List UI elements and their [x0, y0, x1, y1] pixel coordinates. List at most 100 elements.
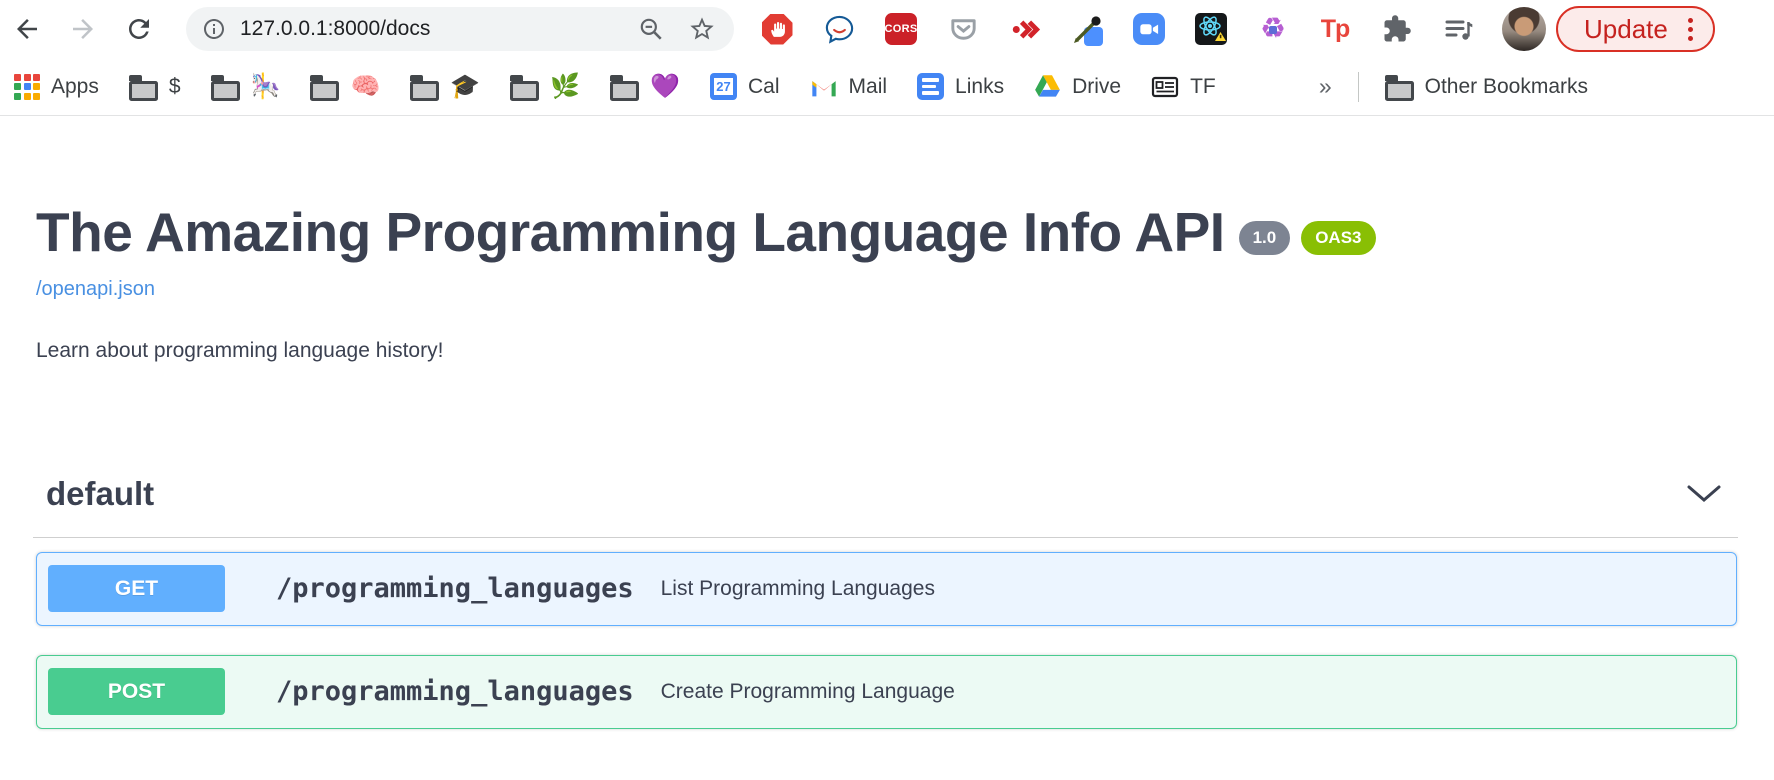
forward-button[interactable]: [66, 12, 100, 46]
pocket-extension-button[interactable]: [946, 12, 980, 46]
bookmark-label: $: [169, 75, 181, 99]
folder-icon: [129, 81, 158, 101]
api-title: The Amazing Programming Language Info AP…: [36, 204, 1225, 262]
oas3-badge: OAS3: [1301, 221, 1375, 255]
endpoint-path: /programming_languages: [276, 676, 634, 707]
bookmark-calendar[interactable]: 27 Cal: [710, 73, 780, 100]
media-controls-button[interactable]: [1442, 12, 1476, 46]
method-badge-post: POST: [48, 668, 225, 715]
bookmark-drive[interactable]: Drive: [1034, 74, 1121, 99]
title-badges: 1.0 OAS3: [1239, 221, 1376, 255]
section-title: default: [46, 475, 154, 513]
update-chrome-button[interactable]: Update: [1556, 6, 1715, 52]
default-tag-section: default GET /programming_languages List …: [0, 475, 1774, 729]
bookmark-label: 🧠: [350, 75, 380, 99]
bookmark-folder-money[interactable]: $: [129, 73, 181, 101]
toucan-extension-button[interactable]: Tp: [1318, 12, 1352, 46]
zoom-level-button[interactable]: [638, 16, 664, 42]
bookmark-label: TF: [1190, 75, 1216, 99]
chat-bubble-icon: [823, 13, 856, 46]
bookmark-label: Links: [955, 75, 1004, 99]
chevron-down-icon[interactable]: [1686, 484, 1722, 504]
bookmarks-divider: [1358, 72, 1359, 102]
address-bar[interactable]: 127.0.0.1:8000/docs: [186, 7, 734, 51]
bookmarks-overflow-button[interactable]: »: [1319, 73, 1332, 100]
endpoint-row-post-programming-languages[interactable]: POST /programming_languages Create Progr…: [36, 655, 1737, 729]
api-info-block: The Amazing Programming Language Info AP…: [0, 116, 1774, 363]
bookmark-folder-purple-heart[interactable]: 💜: [610, 73, 680, 101]
bookmark-label: Drive: [1072, 75, 1121, 99]
react-devtools-extension-button[interactable]: [1194, 12, 1228, 46]
bookmark-label: 💜: [650, 75, 680, 99]
browser-window: 127.0.0.1:8000/docs CORS: [0, 0, 1774, 780]
cors-icon: CORS: [885, 13, 917, 45]
forward-arrow-icon: [68, 14, 98, 44]
chat-extension-button[interactable]: [822, 12, 856, 46]
operations-list: GET /programming_languages List Programm…: [0, 552, 1774, 729]
recycle-extension-button[interactable]: ♻: [1256, 12, 1290, 46]
bookmarks-right-group: » Other Bookmarks: [1319, 72, 1760, 102]
zoom-out-magnifier-icon: [638, 16, 664, 42]
bookmark-apps[interactable]: Apps: [14, 74, 99, 100]
bookmark-star-button[interactable]: [688, 15, 716, 43]
pocket-icon: [947, 13, 980, 46]
color-picker-extension-button[interactable]: [1070, 12, 1104, 46]
reload-button[interactable]: [122, 12, 156, 46]
gmail-icon: [810, 75, 838, 99]
update-label: Update: [1584, 14, 1668, 45]
folder-icon: [510, 81, 539, 101]
other-bookmarks-label: Other Bookmarks: [1425, 75, 1588, 99]
bookmarks-bar: Apps $ 🎠 🧠 🎓 🌿 💜 27: [0, 58, 1774, 116]
puzzle-piece-icon: [1382, 14, 1412, 44]
openapi-json-link[interactable]: /openapi.json: [36, 278, 155, 301]
bookmark-label: Cal: [748, 75, 780, 99]
other-bookmarks-button[interactable]: Other Bookmarks: [1385, 73, 1588, 101]
back-button[interactable]: [10, 12, 44, 46]
zoom-app-extension-button[interactable]: [1132, 12, 1166, 46]
bookmark-label: Apps: [51, 75, 99, 99]
adblocker-extension-button[interactable]: [760, 12, 794, 46]
back-arrow-icon: [12, 14, 42, 44]
method-badge-get: GET: [48, 565, 225, 612]
endpoint-row-get-programming-languages[interactable]: GET /programming_languages List Programm…: [36, 552, 1737, 626]
section-divider: [33, 537, 1738, 538]
endpoint-path: /programming_languages: [276, 573, 634, 604]
bookmark-gmail[interactable]: Mail: [810, 75, 888, 99]
bookmark-folder-herb[interactable]: 🌿: [510, 73, 580, 101]
playlist-music-icon: [1443, 13, 1475, 45]
bookmark-links[interactable]: Links: [917, 73, 1004, 100]
endpoint-summary: Create Programming Language: [661, 680, 955, 704]
swagger-ui-page: The Amazing Programming Language Info AP…: [0, 116, 1774, 729]
red-share-icon: [1009, 13, 1042, 46]
default-section-header[interactable]: default: [0, 475, 1774, 513]
react-atom-icon: [1195, 13, 1227, 45]
bookmark-label: 🎠: [251, 75, 281, 99]
extensions-menu-button[interactable]: [1380, 12, 1414, 46]
folder-icon: [310, 81, 339, 101]
folder-icon: [410, 81, 439, 101]
card-doc-icon: [1151, 75, 1179, 99]
folder-icon: [610, 81, 639, 101]
google-calendar-icon: 27: [710, 73, 737, 100]
apps-grid-icon: [14, 74, 40, 100]
browser-menu-kebab-icon[interactable]: [1688, 18, 1693, 41]
bookmark-label: 🌿: [550, 75, 580, 99]
bookmark-folder-carousel[interactable]: 🎠: [211, 73, 281, 101]
bookmark-label: Mail: [849, 75, 888, 99]
bookmark-folder-brain[interactable]: 🧠: [310, 73, 380, 101]
bookmark-folder-education[interactable]: 🎓: [410, 73, 480, 101]
bookmark-label: 🎓: [450, 75, 480, 99]
video-camera-icon: [1133, 13, 1165, 45]
share-extension-button[interactable]: [1008, 12, 1042, 46]
reload-icon: [124, 14, 154, 44]
star-icon: [688, 15, 716, 43]
recycle-core-icon: [1269, 26, 1277, 34]
profile-avatar[interactable]: [1502, 7, 1546, 51]
cors-extension-button[interactable]: CORS: [884, 12, 918, 46]
version-badge: 1.0: [1239, 221, 1291, 255]
browser-toolbar: 127.0.0.1:8000/docs CORS: [0, 0, 1774, 58]
eyedropper-icon: [1070, 12, 1104, 46]
site-info-icon[interactable]: [202, 17, 226, 41]
google-drive-icon: [1034, 74, 1061, 99]
bookmark-tf[interactable]: TF: [1151, 75, 1216, 99]
